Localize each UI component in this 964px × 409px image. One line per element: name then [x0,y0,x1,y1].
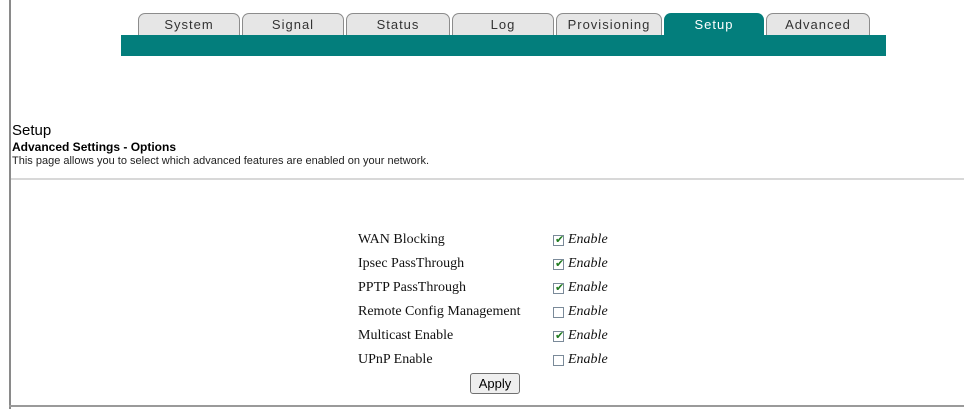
option-label-ipsec-passthrough: Ipsec PassThrough [358,256,465,271]
frame-bottom-border [9,405,964,407]
option-enable-label: Enable [568,328,608,343]
option-checkbox-ipsec-passthrough[interactable]: ✔ [553,257,565,270]
tab-advanced[interactable]: Advanced [766,13,870,35]
tab-system[interactable]: System [138,13,240,35]
option-enable-label: Enable [568,256,608,271]
option-label-upnp-enable: UPnP Enable [358,352,433,367]
option-checkbox-pptp-passthrough[interactable]: ✔ [553,281,565,294]
option-checkbox-upnp-enable[interactable]: ✔ [553,355,564,366]
page-description: This page allows you to select which adv… [12,155,430,167]
option-enable-label: Enable [568,280,608,295]
apply-button[interactable]: Apply [470,373,520,394]
option-checkbox-multicast-enable[interactable]: ✔ [553,329,565,342]
tab-log[interactable]: Log [452,13,554,35]
tab-signal[interactable]: Signal [242,13,344,35]
page-title: Setup [12,122,52,139]
option-checkbox-wan-blocking[interactable]: ✔ [553,233,565,246]
option-enable-label: Enable [568,232,608,247]
option-label-wan-blocking: WAN Blocking [358,232,445,247]
check-icon: ✔ [555,233,565,246]
tab-status[interactable]: Status [346,13,450,35]
option-label-remote-config-management: Remote Config Management [358,304,521,319]
option-label-multicast-enable: Multicast Enable [358,328,454,343]
page-subtitle: Advanced Settings - Options [12,140,177,154]
option-enable-label: Enable [568,352,608,367]
option-enable-label: Enable [568,304,608,319]
check-icon: ✔ [555,281,565,294]
tab-provisioning[interactable]: Provisioning [556,13,662,35]
tab-underline-bar [121,35,886,56]
option-checkbox-remote-config-management[interactable]: ✔ [553,307,564,318]
divider [11,178,964,180]
check-icon: ✔ [555,257,565,270]
tab-bar: System Signal Status Log Provisioning Se… [120,13,890,35]
tab-setup[interactable]: Setup [664,13,764,35]
option-label-pptp-passthrough: PPTP PassThrough [358,280,467,295]
check-icon: ✔ [555,329,565,342]
frame-left-border [9,0,11,409]
